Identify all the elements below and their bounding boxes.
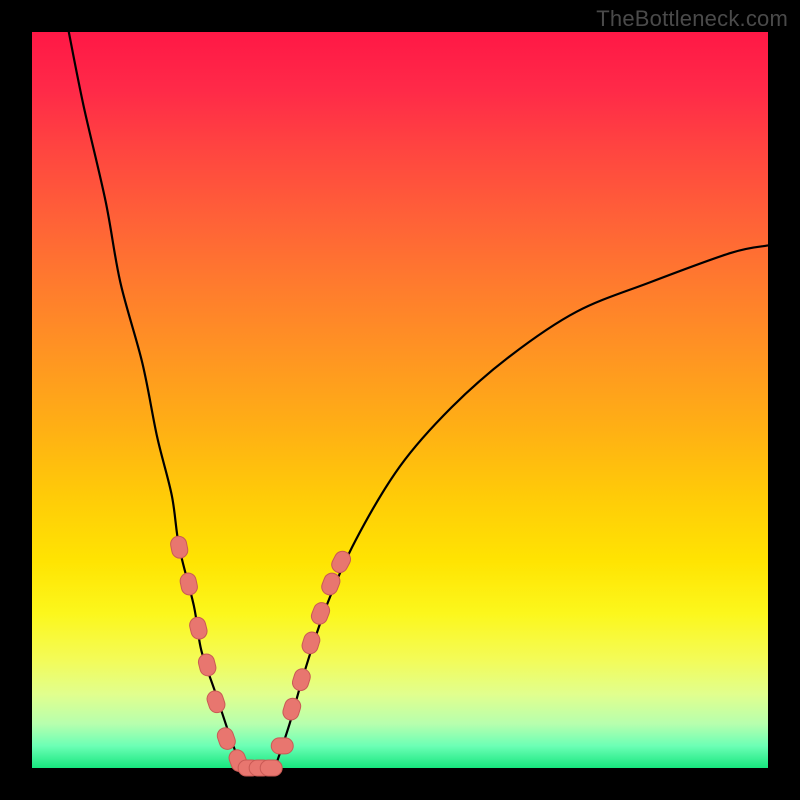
marker [290, 667, 312, 693]
plot-area [32, 32, 768, 768]
marker [205, 689, 227, 715]
chart-frame: TheBottleneck.com [0, 0, 800, 800]
marker [281, 696, 303, 722]
marker [271, 738, 293, 754]
curve-left-branch [69, 32, 242, 768]
marker-group [169, 535, 353, 776]
curve-right-branch [275, 245, 768, 768]
marker [309, 600, 332, 626]
curve-layer [32, 32, 768, 768]
marker [197, 652, 218, 677]
attribution-text: TheBottleneck.com [596, 6, 788, 32]
marker [169, 535, 189, 560]
marker [260, 760, 282, 776]
marker [179, 572, 199, 597]
marker [188, 616, 209, 641]
marker [300, 630, 322, 656]
